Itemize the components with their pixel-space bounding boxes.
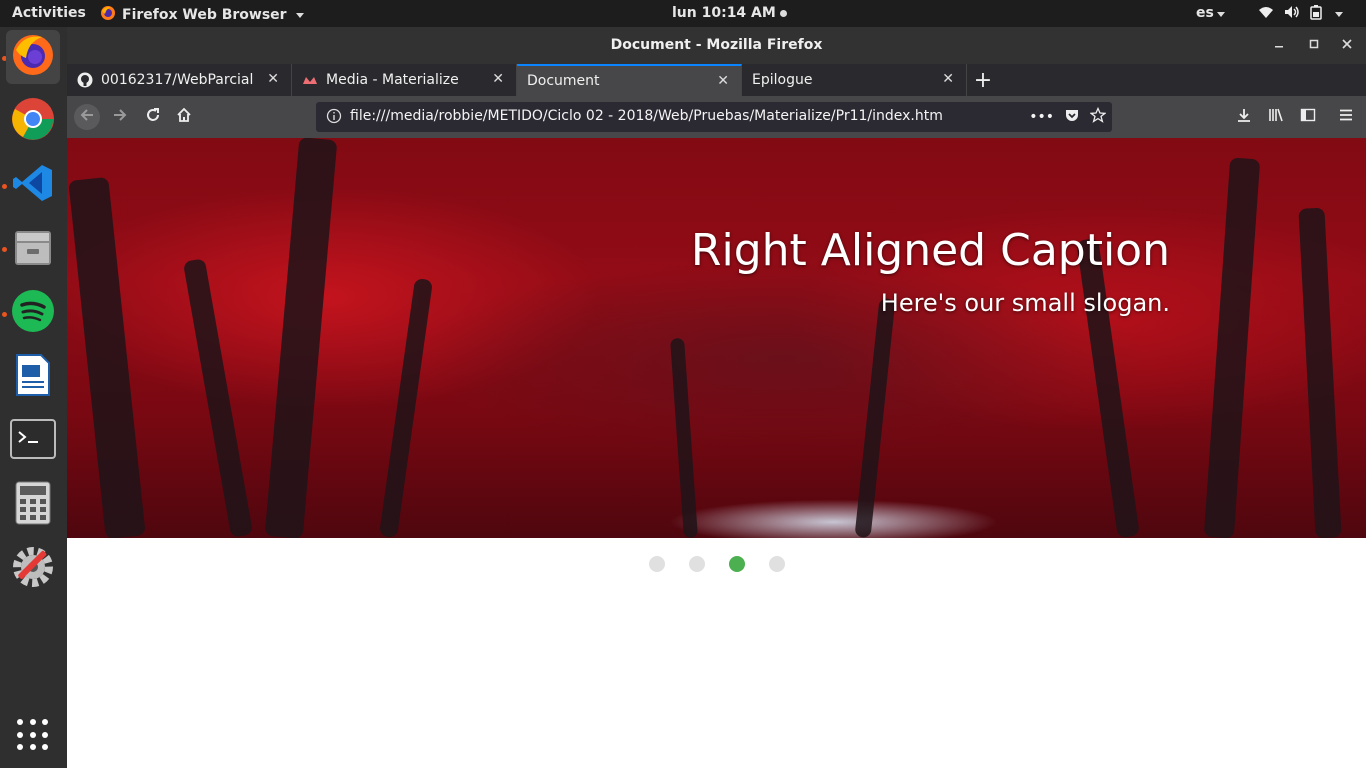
library-icon: [1268, 107, 1284, 127]
battery-icon: [1310, 4, 1322, 24]
bookmark-star-icon[interactable]: [1089, 106, 1107, 127]
dock-terminal[interactable]: [6, 414, 60, 468]
close-icon: [1342, 38, 1352, 52]
notification-dot-icon: [779, 9, 787, 17]
clock[interactable]: lun 10:14 AM: [672, 5, 787, 21]
app-menu-label: Firefox Web Browser: [122, 7, 287, 23]
carousel-indicator-2[interactable]: [688, 556, 705, 572]
spotify-icon: [11, 289, 55, 337]
language-label: es: [1196, 5, 1214, 21]
github-icon: [77, 72, 93, 88]
reload-button[interactable]: [140, 104, 166, 130]
plus-icon: +: [973, 67, 993, 93]
page-actions-button[interactable]: •••: [1029, 109, 1054, 125]
tab-label: Document: [527, 73, 600, 89]
new-tab-button[interactable]: +: [967, 64, 999, 96]
close-tab-icon[interactable]: ✕: [267, 71, 279, 87]
hamburger-menu-icon: [1338, 107, 1354, 127]
home-button[interactable]: [171, 104, 197, 130]
minimize-button[interactable]: [1269, 35, 1289, 55]
arrow-left-icon: [79, 107, 95, 127]
tab-document[interactable]: Document ✕: [517, 64, 742, 96]
app-menu[interactable]: Firefox Web Browser: [100, 5, 304, 25]
minimize-icon: [1274, 38, 1284, 52]
caption-title: Right Aligned Caption: [690, 225, 1170, 276]
top-panel: Activities Firefox Web Browser lun 10:14…: [0, 0, 1366, 27]
pocket-icon[interactable]: [1064, 107, 1080, 127]
url-text[interactable]: file:///media/robbie/METIDO/Ciclo 02 - 2…: [350, 108, 943, 124]
chevron-down-icon: [1335, 11, 1343, 17]
dock-firefox[interactable]: [6, 30, 60, 84]
carousel-indicator-3[interactable]: [728, 556, 745, 572]
tab-strip: 00162317/WebParcial ✕ Media - Materializ…: [67, 64, 1366, 96]
title-bar: Document - Mozilla Firefox: [67, 27, 1366, 64]
info-icon[interactable]: [326, 108, 342, 128]
carousel-indicator-4[interactable]: [768, 556, 785, 572]
tab-label: Epilogue: [752, 72, 813, 88]
page-content: Right Aligned Caption Here's our small s…: [67, 138, 1366, 768]
close-tab-icon[interactable]: ✕: [942, 71, 954, 87]
document-viewer-icon: [13, 353, 53, 401]
materialize-icon: [302, 72, 318, 88]
carousel-indicators: [67, 556, 1366, 572]
file-manager-icon: [11, 225, 55, 273]
chevron-down-icon: [1216, 12, 1225, 17]
open-menu-button[interactable]: [1333, 104, 1359, 130]
carousel-indicator-1[interactable]: [648, 556, 665, 572]
dock-document-viewer[interactable]: [6, 350, 60, 404]
firefox-window: Document - Mozilla Firefox 00162317/WebP…: [67, 27, 1366, 768]
activities-button[interactable]: Activities: [12, 5, 86, 21]
back-button[interactable]: [74, 104, 100, 130]
dock-chrome[interactable]: [6, 94, 60, 148]
show-applications-button[interactable]: [17, 719, 49, 751]
library-button[interactable]: [1263, 104, 1289, 130]
chrome-icon: [10, 96, 56, 146]
tab-label: 00162317/WebParcial: [101, 72, 254, 88]
dock-files[interactable]: [6, 222, 60, 276]
forward-button[interactable]: [107, 104, 133, 130]
carousel-slide[interactable]: Right Aligned Caption Here's our small s…: [67, 138, 1366, 538]
volume-icon: [1284, 5, 1300, 23]
vscode-icon: [12, 162, 54, 208]
clock-label: lun 10:14 AM: [672, 5, 776, 21]
caption-slogan: Here's our small slogan.: [880, 289, 1170, 317]
firefox-small-icon: [100, 5, 116, 25]
dock-spotify[interactable]: [6, 286, 60, 340]
address-bar[interactable]: file:///media/robbie/METIDO/Ciclo 02 - 2…: [316, 102, 1112, 132]
chevron-down-icon: [295, 12, 304, 18]
firefox-icon: [10, 32, 56, 82]
tab-materialize-media[interactable]: Media - Materialize ✕: [292, 64, 517, 96]
close-window-button[interactable]: [1337, 35, 1357, 55]
sidebar-icon: [1300, 107, 1316, 127]
maximize-icon: [1309, 38, 1319, 52]
forest-background-image: [67, 138, 1366, 538]
tab-epilogue[interactable]: Epilogue ✕: [742, 64, 967, 96]
language-indicator[interactable]: es: [1196, 5, 1225, 21]
terminal-icon: [10, 419, 56, 463]
downloads-button[interactable]: [1231, 104, 1257, 130]
dock: [0, 27, 67, 768]
slide-caption: Right Aligned Caption Here's our small s…: [691, 226, 1170, 318]
calculator-icon: [15, 481, 51, 529]
close-tab-icon[interactable]: ✕: [717, 73, 729, 89]
reload-icon: [145, 107, 161, 127]
settings-icon: [10, 544, 56, 594]
wifi-icon: [1258, 5, 1274, 23]
download-icon: [1236, 107, 1252, 127]
maximize-button[interactable]: [1304, 35, 1324, 55]
dock-calculator[interactable]: [6, 478, 60, 532]
arrow-right-icon: [112, 107, 128, 127]
sidebar-button[interactable]: [1295, 104, 1321, 130]
dock-settings[interactable]: [6, 542, 60, 596]
close-tab-icon[interactable]: ✕: [492, 71, 504, 87]
dock-vscode[interactable]: [6, 158, 60, 212]
system-menu[interactable]: [1258, 4, 1343, 24]
home-icon: [176, 107, 192, 127]
tab-label: Media - Materialize: [326, 72, 459, 88]
window-title: Document - Mozilla Firefox: [610, 37, 823, 53]
tab-webparcial[interactable]: 00162317/WebParcial ✕: [67, 64, 292, 96]
navigation-toolbar: file:///media/robbie/METIDO/Ciclo 02 - 2…: [67, 96, 1366, 138]
